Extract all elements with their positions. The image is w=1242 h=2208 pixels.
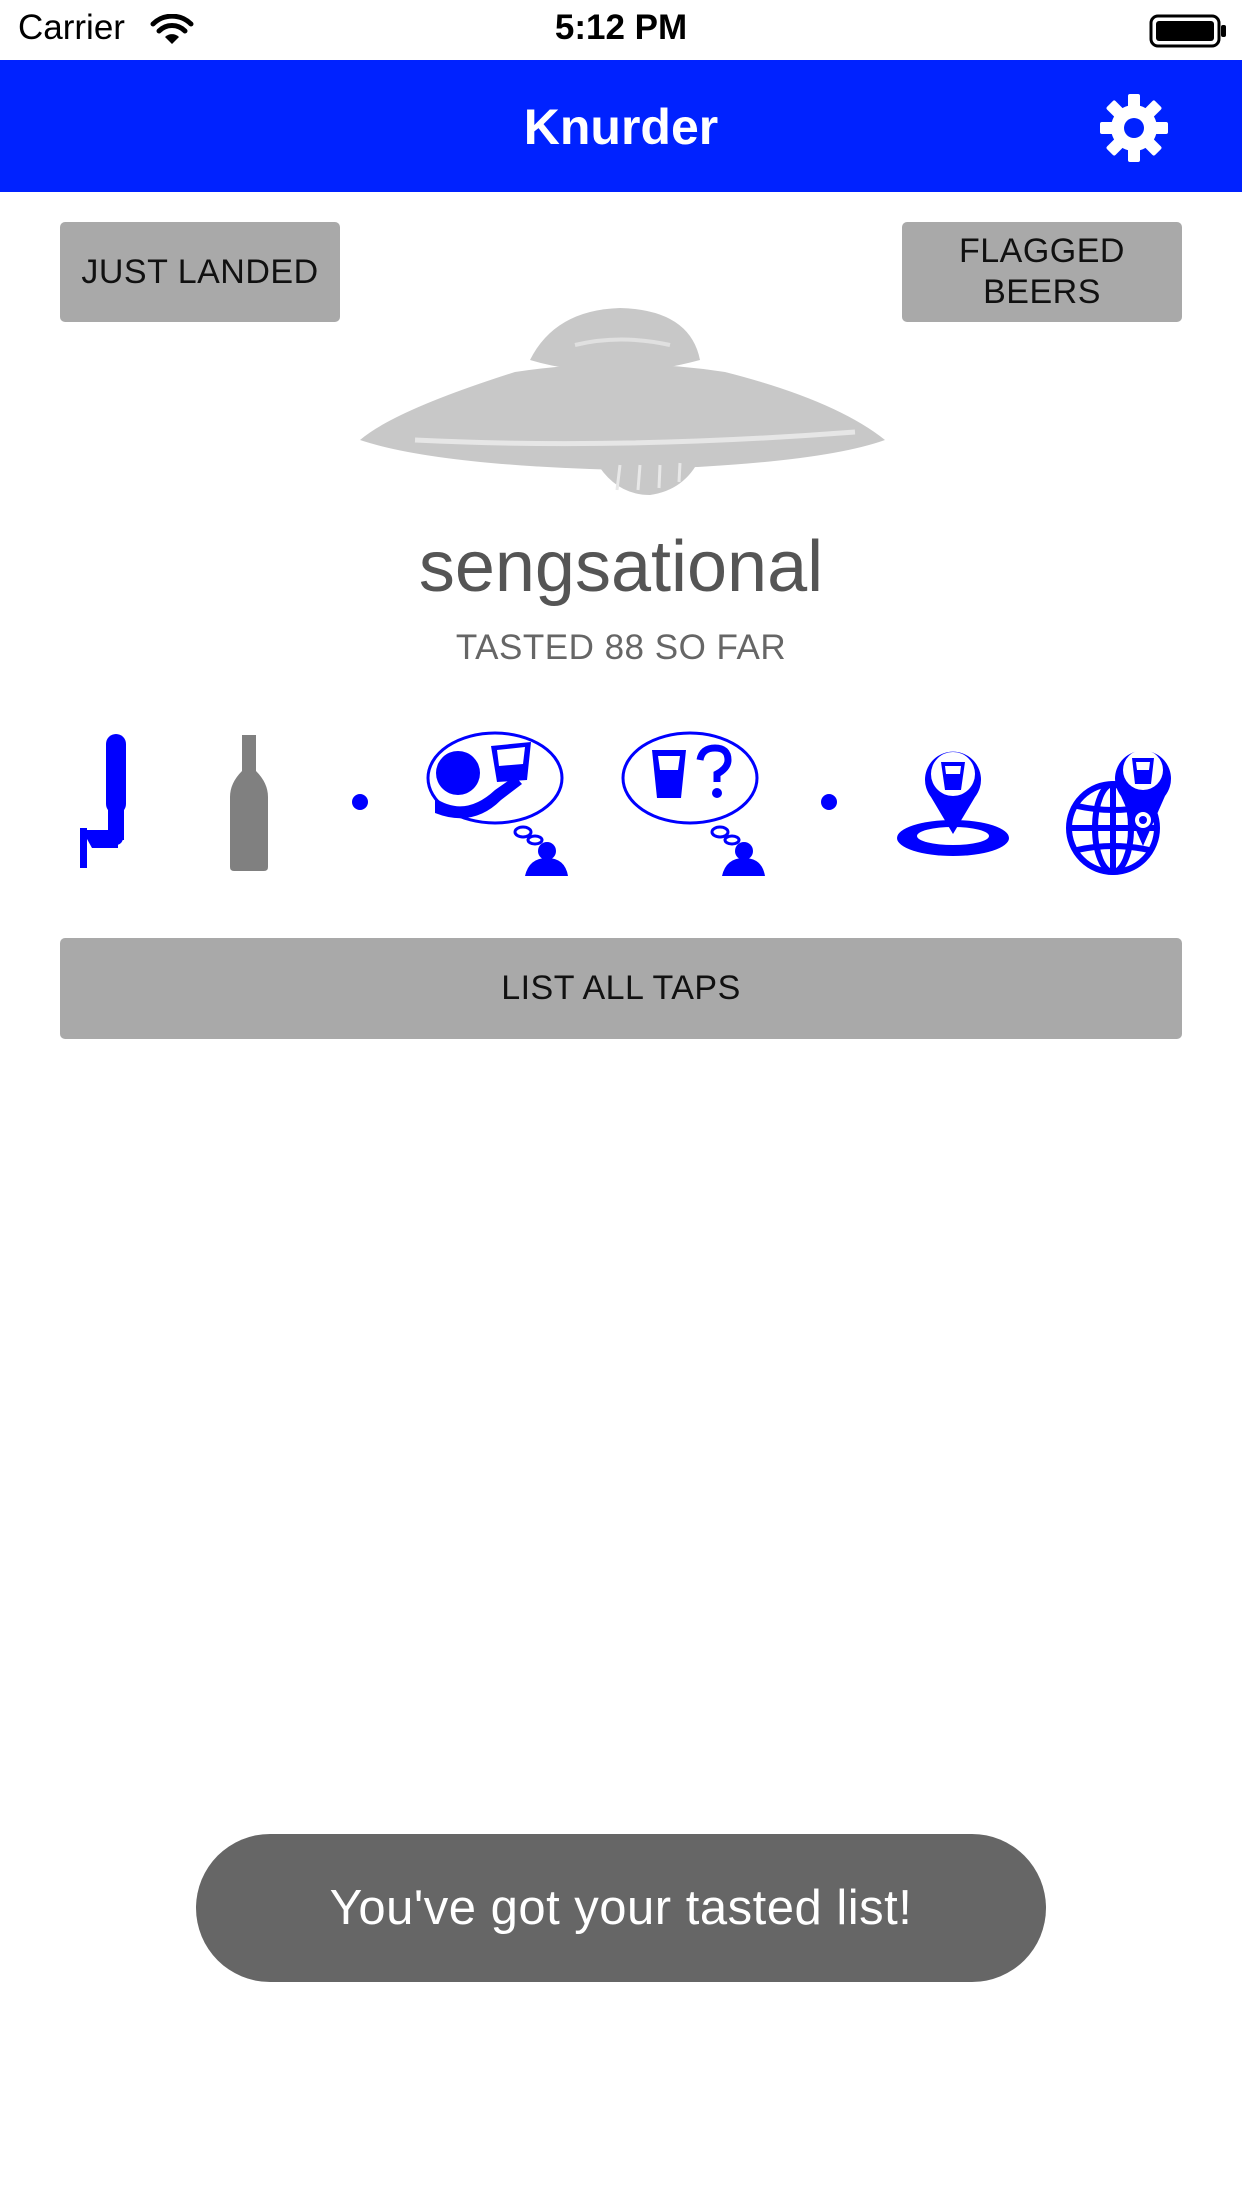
username: sengsational xyxy=(418,527,824,607)
tasted-thought-icon[interactable] xyxy=(425,728,570,878)
status-bar: Carrier 5:12 PM xyxy=(0,0,1242,60)
tasted-count: TASTED 88 SO FAR xyxy=(455,628,787,667)
untasted-thought-icon[interactable] xyxy=(620,728,765,878)
gear-icon[interactable] xyxy=(1099,93,1169,163)
separator-dot-icon xyxy=(821,794,837,810)
battery-icon xyxy=(1149,14,1226,48)
list-all-taps-button[interactable]: LIST ALL TAPS xyxy=(60,938,1182,1039)
toast-text: You've got your tasted list! xyxy=(329,1881,913,1935)
list-all-taps-label: LIST ALL TAPS xyxy=(501,969,741,1007)
ufo-logo-icon xyxy=(360,308,885,495)
toast-message: You've got your tasted list! xyxy=(196,1834,1046,1982)
flagged-beers-button[interactable]: FLAGGED BEERS xyxy=(902,222,1182,322)
clock: 5:12 PM xyxy=(554,8,688,47)
beer-tap-icon[interactable] xyxy=(78,730,140,870)
flagged-beers-label-line2: BEERS xyxy=(983,273,1101,311)
local-location-icon[interactable] xyxy=(893,742,1013,862)
global-location-icon[interactable] xyxy=(1065,728,1177,876)
just-landed-label: JUST LANDED xyxy=(81,252,319,291)
navigation-bar: Knurder xyxy=(0,60,1242,192)
just-landed-button[interactable]: JUST LANDED xyxy=(60,222,340,322)
app-title: Knurder xyxy=(523,99,719,155)
bottle-icon[interactable] xyxy=(228,733,270,873)
flagged-beers-label-line1: FLAGGED xyxy=(959,232,1125,270)
separator-dot-icon xyxy=(352,794,368,810)
